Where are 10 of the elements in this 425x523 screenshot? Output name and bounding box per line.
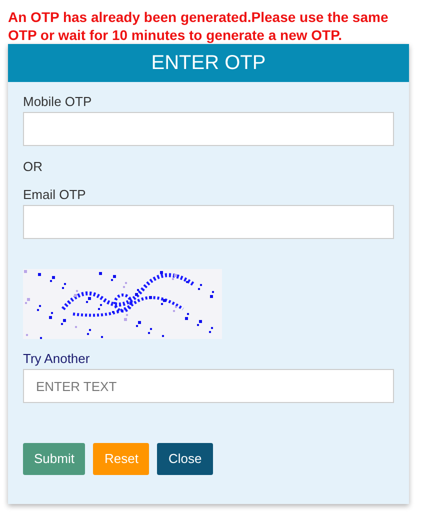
field-label: Mobile OTP [23,94,92,110]
panel-title: ENTER OTP [151,51,266,76]
action-button[interactable]: Close [157,443,213,475]
captcha-input[interactable]: ENTER TEXT [23,369,394,403]
field-label: Email OTP [23,187,86,203]
or-separator: OR [23,159,42,175]
try-another-link[interactable]: Try Another [23,351,90,367]
warning-message: An OTP has already been generated.Please use the same OTP or wait for 10 minutes to generate a new OTP. [7,8,390,44]
otp-input[interactable] [23,112,394,146]
otp-input[interactable] [23,205,394,239]
